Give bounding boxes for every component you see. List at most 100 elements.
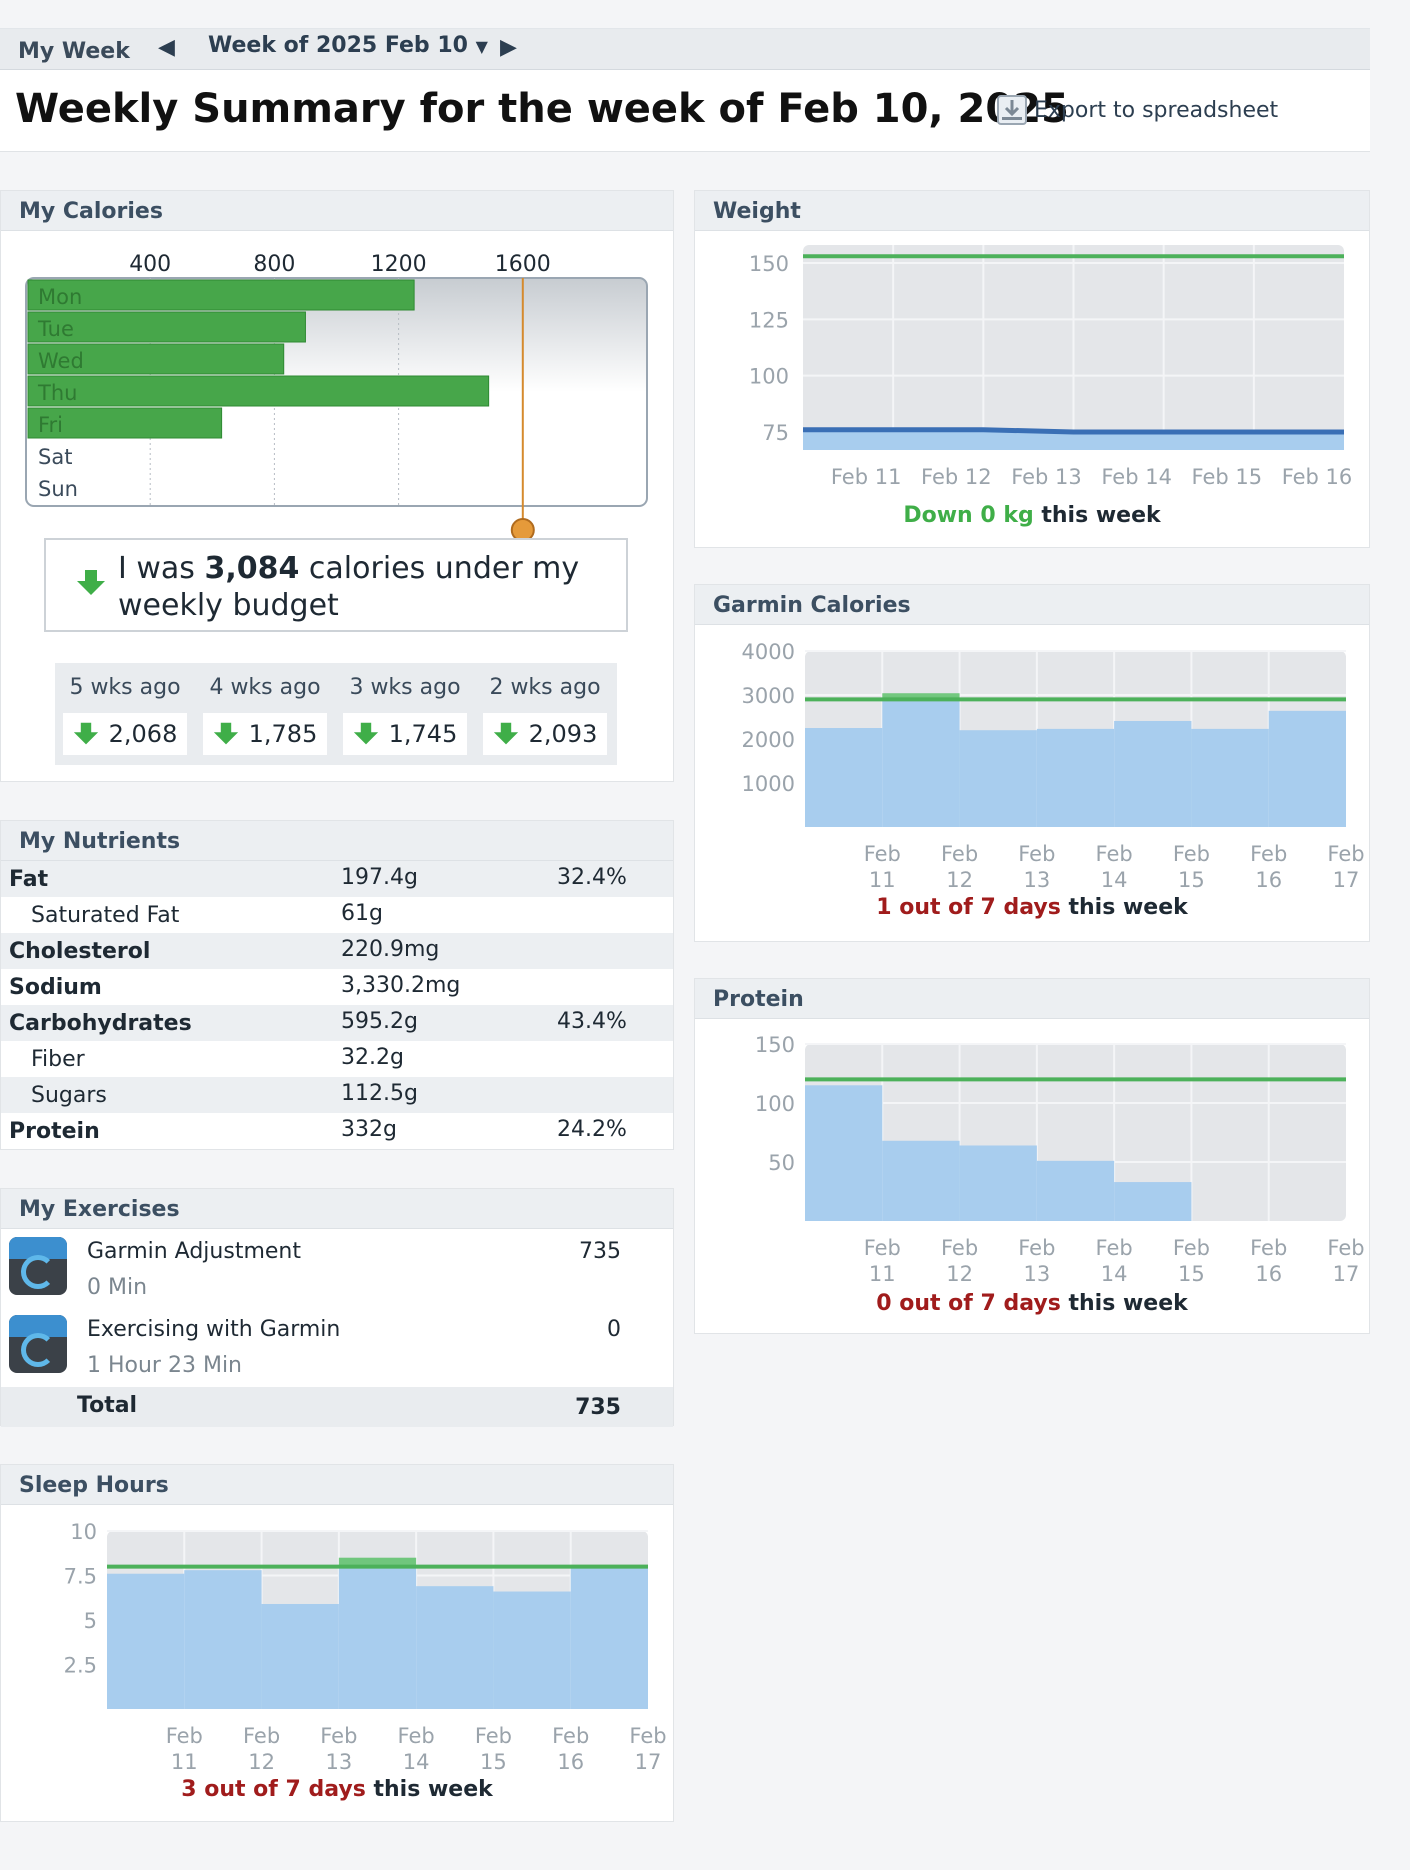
garmin-calories-panel-title: Garmin Calories — [695, 585, 1369, 625]
nutrient-value: 197.4g — [341, 865, 418, 890]
x-tick-label-day: 15 — [1178, 1262, 1205, 1286]
nutrient-percent: 32.4% — [557, 865, 627, 890]
y-tick-label: 125 — [749, 308, 789, 332]
prev-week-value: 2,068 — [108, 720, 178, 748]
chevron-down-icon: ▼ — [475, 37, 488, 56]
calories-bar — [27, 279, 415, 311]
prev-week-arrow-icon[interactable]: ◀ — [158, 35, 175, 60]
x-tick-label-month: Feb — [941, 1236, 978, 1260]
calories-bar — [27, 375, 490, 407]
protein-panel: Protein 150 100 50 Feb 11 Feb 12 Feb 13 Feb 14 Feb 1… — [694, 978, 1370, 1334]
y-tick-label: 1000 — [742, 772, 795, 796]
prev-week-value: 1,785 — [248, 720, 318, 748]
calorie-summary-box: I was 3,084 calories under my weekly bud… — [44, 538, 628, 632]
prev-week-label: 4 wks ago — [209, 675, 321, 700]
download-icon — [997, 95, 1027, 125]
x-tick-label: Feb 14 — [1101, 465, 1172, 489]
x-tick-label-month: Feb — [864, 842, 901, 866]
my-week-label: My Week — [18, 39, 130, 64]
calories-day-label: Thu — [37, 381, 77, 405]
x-tick-label-day: 16 — [1255, 1262, 1282, 1286]
prev-week-5: 5 wks ago 2,068 — [55, 663, 195, 765]
calories-tick-label: 1600 — [495, 252, 551, 277]
week-selector-dropdown[interactable]: Week of 2025 Feb 10 ▼ — [208, 33, 488, 58]
budget-marker — [510, 518, 535, 540]
exercise-total-row: Total 735 — [1, 1387, 673, 1427]
nutrient-percent: 43.4% — [557, 1009, 627, 1034]
x-tick-label-month: Feb — [941, 842, 978, 866]
garmin-connect-icon — [9, 1315, 67, 1373]
area-bar — [1036, 728, 1115, 827]
x-tick-label-month: Feb — [1250, 842, 1287, 866]
x-tick-label-day: 15 — [480, 1750, 507, 1774]
x-tick-label-month: Feb — [243, 1724, 280, 1748]
y-tick-label: 5 — [84, 1609, 97, 1633]
export-link[interactable]: Export to spreadsheet — [996, 94, 1278, 126]
area-bar — [882, 1140, 960, 1221]
next-week-arrow-icon[interactable]: ▶ — [500, 35, 517, 60]
garmin-calories-panel: Garmin Calories 4000 3000 2000 1000 Feb 11 Feb… — [694, 584, 1370, 942]
exercise-name: Garmin Adjustment — [87, 1239, 301, 1264]
nutrient-row-carbohydrates: Carbohydrates 595.2g 43.4% — [1, 1005, 673, 1041]
prev-week-value-box: 2,093 — [483, 713, 607, 755]
down-arrow-icon — [73, 722, 98, 745]
nutrient-name: Fiber — [31, 1047, 85, 1072]
nutrient-name: Sugars — [31, 1083, 107, 1108]
area-bar — [882, 699, 960, 827]
x-tick-label-month: Feb — [1173, 842, 1210, 866]
area-bar — [493, 1591, 571, 1709]
x-tick-label-day: 13 — [1023, 868, 1050, 892]
x-tick-label-month: Feb — [1096, 842, 1133, 866]
x-tick-label: Feb 16 — [1282, 465, 1353, 489]
area-bar — [184, 1570, 262, 1709]
x-tick-label-month: Feb — [1096, 1236, 1133, 1260]
garmin-foot-rest: this week — [1060, 895, 1188, 920]
sleep-goal-count: 3 out of 7 days — [181, 1777, 366, 1802]
calories-day-label: Wed — [38, 349, 84, 373]
x-tick-label-day: 13 — [1023, 1262, 1050, 1286]
calories-day-label: Mon — [38, 285, 82, 309]
area-bar — [261, 1603, 339, 1709]
x-tick-label-day: 11 — [869, 1262, 896, 1286]
nutrient-name: Saturated Fat — [31, 903, 180, 928]
x-tick-label-day: 16 — [1255, 868, 1282, 892]
summary-prefix: I was — [118, 551, 205, 586]
area-bar — [1268, 710, 1346, 827]
exercises-panel-title: My Exercises — [1, 1189, 673, 1229]
x-tick-label-day: 14 — [1101, 868, 1128, 892]
y-tick-label: 7.5 — [64, 1565, 97, 1589]
nutrient-name: Carbohydrates — [9, 1011, 192, 1036]
exercise-calories: 0 — [607, 1317, 621, 1342]
down-arrow-icon — [353, 722, 378, 745]
calories-day-label: Sun — [38, 477, 78, 501]
x-tick-label-month: Feb — [1327, 1236, 1364, 1260]
export-label: Export to spreadsheet — [1034, 97, 1279, 123]
calories-tick-label: 400 — [129, 252, 171, 277]
y-tick-label: 2.5 — [64, 1654, 97, 1678]
x-tick-label-month: Feb — [320, 1724, 357, 1748]
x-tick-label-month: Feb — [1327, 842, 1364, 866]
prev-week-label: 3 wks ago — [349, 675, 461, 700]
x-tick-label-month: Feb — [1250, 1236, 1287, 1260]
title-box: Weekly Summary for the week of Feb 10, 2… — [0, 70, 1370, 152]
protein-goal-count: 0 out of 7 days — [876, 1291, 1061, 1316]
y-tick-label: 4000 — [742, 640, 795, 664]
sleep-foot-rest: this week — [365, 1777, 493, 1802]
garmin-connect-icon — [9, 1237, 67, 1295]
down-arrow-icon — [213, 722, 238, 745]
area-bar — [107, 1573, 185, 1709]
calories-bar-chart: 400 800 1200 1600 Mon Tue Wed Thu Fri Sat Sun — [25, 252, 648, 540]
protein-panel-title: Protein — [695, 979, 1369, 1019]
x-tick-label-day: 12 — [248, 1750, 275, 1774]
garmin-footer: 1 out of 7 days this week — [695, 895, 1369, 920]
area-bar — [959, 1145, 1037, 1221]
sleep-area-chart: 107.552.5Feb11Feb12Feb13Feb14Feb15Feb16F… — [64, 1520, 667, 1774]
x-tick-label-day: 14 — [1101, 1262, 1128, 1286]
nutrient-name: Cholesterol — [9, 939, 151, 964]
y-tick-label: 150 — [749, 252, 789, 276]
protein-footer: 0 out of 7 days this week — [695, 1291, 1369, 1316]
x-tick-label-month: Feb — [475, 1724, 512, 1748]
nutrient-row-saturated-fat: Saturated Fat 61g — [1, 897, 673, 933]
area-bar — [959, 730, 1037, 827]
area-bar — [1036, 1160, 1115, 1221]
